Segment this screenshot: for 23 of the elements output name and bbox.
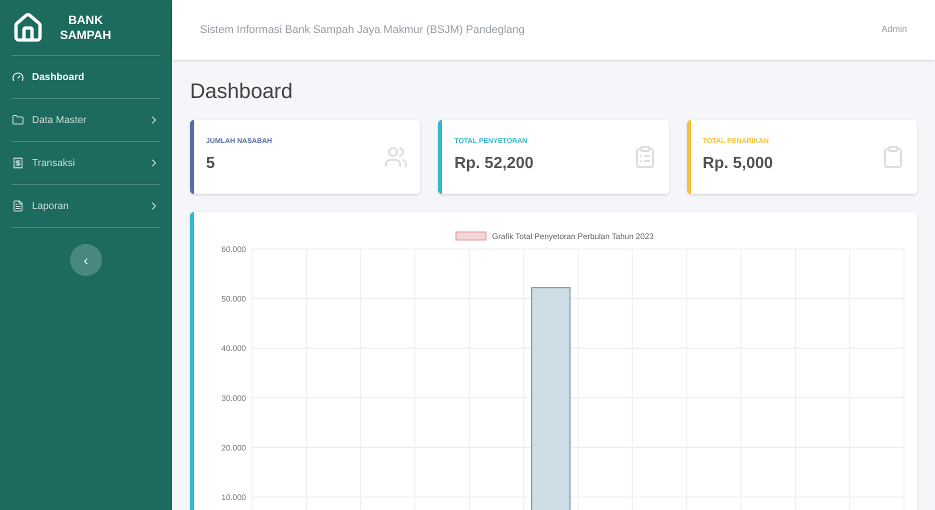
brand-name: SAMPAH bbox=[60, 28, 112, 42]
legend-swatch bbox=[456, 231, 486, 240]
stat-value: Rp. 5,000 bbox=[702, 154, 773, 174]
app-title: Sistem Informasi Bank Sampah Jaya Makmur (BSJM) Pandeglang bbox=[200, 22, 525, 38]
chart-legend: Grafik Total Penyetoran Perbulan Tahun 2023 bbox=[492, 232, 654, 240]
axis-tick-label: 10.000 bbox=[222, 492, 246, 502]
stat-value: 5 bbox=[206, 154, 216, 174]
page-title: Dashboard bbox=[190, 79, 294, 105]
axis-tick-label: 30.000 bbox=[222, 393, 246, 402]
stat-value: Rp. 52,200 bbox=[454, 154, 534, 174]
user-name[interactable]: Admin bbox=[881, 23, 907, 37]
users-icon bbox=[384, 144, 408, 168]
axis-tick-label: 60.000 bbox=[222, 244, 246, 254]
sidebar-item[interactable]: Dashboard bbox=[12, 56, 160, 99]
axis-tick-label: 50.000 bbox=[222, 294, 246, 304]
sidebar-item[interactable]: Transaksi bbox=[12, 142, 160, 185]
sidebar-toggle-button[interactable]: ‹ bbox=[70, 244, 102, 276]
sidebar-item[interactable]: Laporan bbox=[12, 185, 160, 228]
sidebar-item[interactable]: Data Master bbox=[12, 99, 160, 142]
axis-tick-label: 20.000 bbox=[222, 442, 246, 452]
axis-tick-label: 40.000 bbox=[222, 344, 246, 353]
house-icon bbox=[12, 12, 44, 44]
brand-name: BANK bbox=[68, 12, 103, 28]
